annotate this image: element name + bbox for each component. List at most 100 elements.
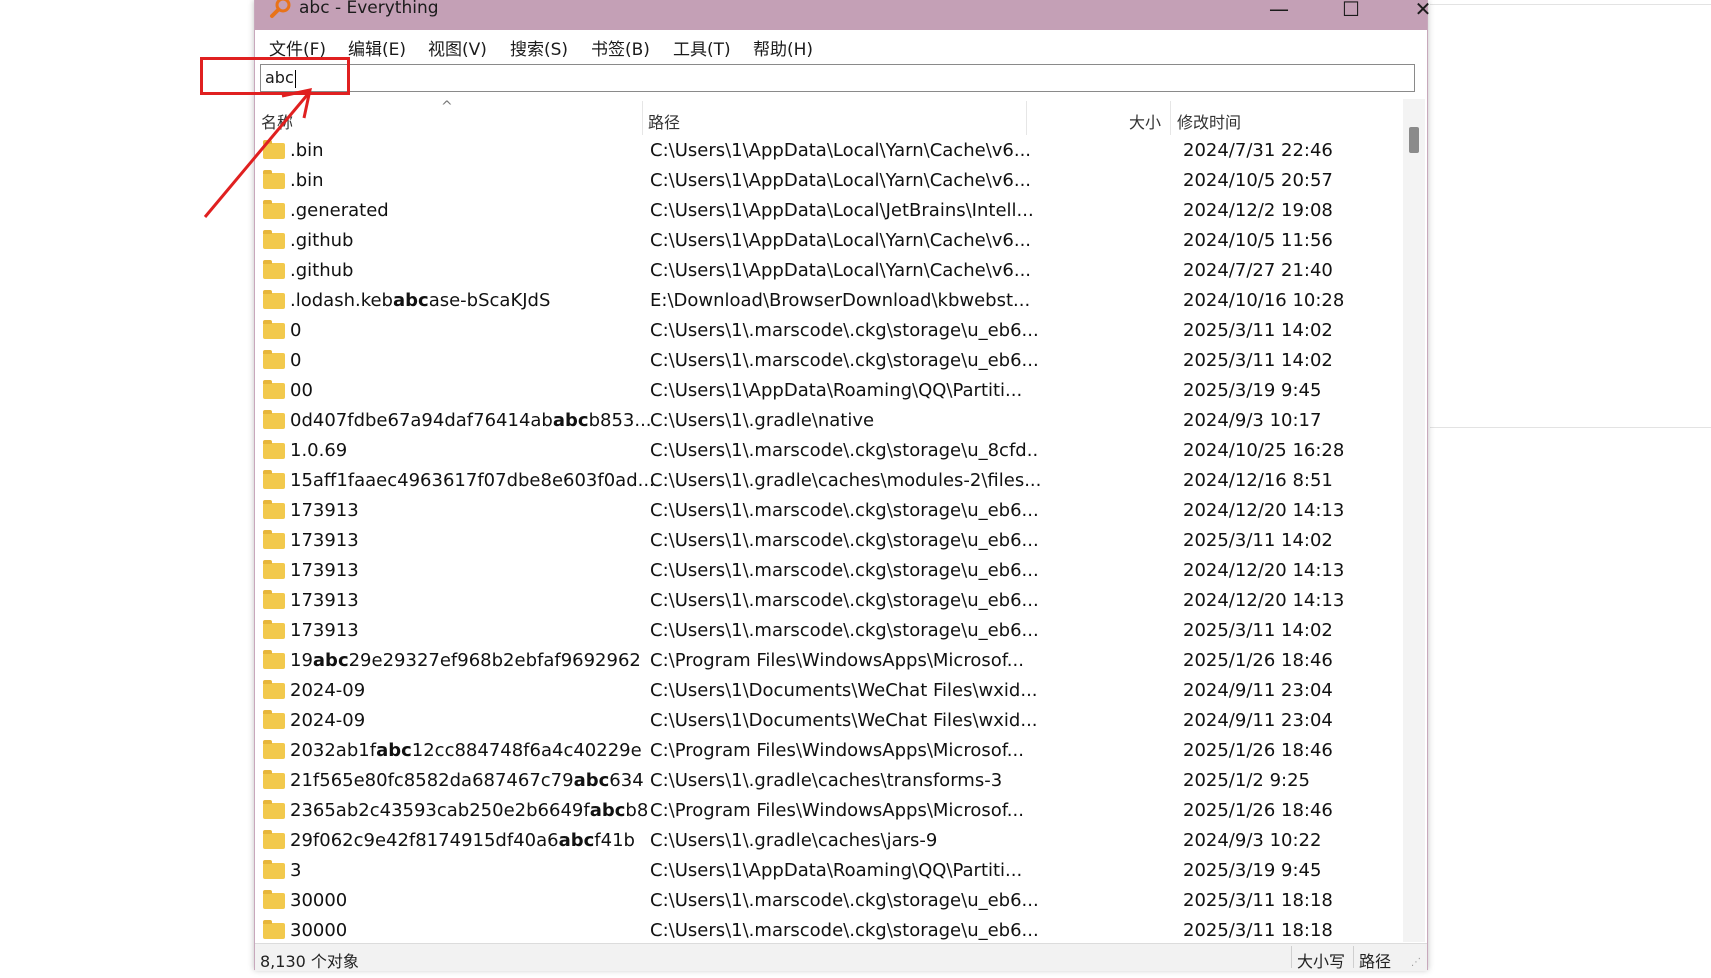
column-header-modified[interactable]: 修改时间 (1177, 109, 1241, 133)
menu-search[interactable]: 搜索(S) (510, 35, 568, 60)
folder-icon (263, 740, 285, 759)
table-row[interactable]: 1.0.69 C:\Users\1\.marscode\.ckg\storage\… (255, 436, 1401, 466)
row-modified: 2025/3/11 14:02 (1183, 620, 1333, 641)
table-row[interactable]: 2365ab2c43593cab250e2b6649fabcb8 C:\Progr… (255, 796, 1401, 826)
match-case-indicator[interactable]: 大小写 (1297, 948, 1345, 972)
row-name-part: 0d407fdbe67a94daf76414ab (290, 410, 553, 431)
row-modified: 2024/9/11 23:04 (1183, 680, 1333, 701)
table-row[interactable]: 173913 C:\Users\1\.marscode\.ckg\storage\… (255, 586, 1401, 616)
table-row[interactable]: 3 C:\Users\1\AppData\Roaming\QQ\Partiti..… (255, 856, 1401, 886)
result-count: 8,130 个对象 (260, 952, 359, 971)
table-row[interactable]: 19abc29e29327ef968b2ebfaf9692962 C:\Progr… (255, 646, 1401, 676)
row-name-part: abc (573, 770, 610, 791)
row-name-part: abc (552, 410, 589, 431)
row-path: E:\Download\BrowserDownload\kbwebst... (650, 290, 1031, 311)
status-divider (1291, 946, 1292, 968)
close-button[interactable]: ✕ (1389, 0, 1457, 30)
sort-ascending-icon: ^ (441, 99, 453, 115)
menu-view[interactable]: 视图(V) (428, 35, 487, 60)
folder-icon (263, 860, 285, 879)
column-headers: ^ 名称 路径 大小 修改时间 (255, 99, 1401, 135)
menu-tools[interactable]: 工具(T) (673, 35, 731, 60)
table-row[interactable]: 173913 C:\Users\1\.marscode\.ckg\storage\… (255, 526, 1401, 556)
search-input[interactable]: abc (260, 64, 1415, 92)
table-row[interactable]: 30000 C:\Users\1\.marscode\.ckg\storage\u… (255, 886, 1401, 916)
column-divider[interactable] (1026, 101, 1027, 135)
table-row[interactable]: 173913 C:\Users\1\.marscode\.ckg\storage\… (255, 556, 1401, 586)
minimize-button[interactable]: — (1245, 0, 1313, 30)
row-name-part: 19 (290, 650, 313, 671)
column-header-size[interactable]: 大小 (1129, 109, 1161, 133)
row-path: C:\Users\1\.marscode\.ckg\storage\u_eb6.… (650, 320, 1039, 341)
menu-help[interactable]: 帮助(H) (753, 35, 813, 60)
folder-icon (263, 200, 285, 219)
row-path: C:\Program Files\WindowsApps\Microsof... (650, 650, 1024, 671)
folder-icon (263, 440, 285, 459)
table-row[interactable]: 2032ab1fabc12cc884748f6a4c40229e C:\Progr… (255, 736, 1401, 766)
menu-edit[interactable]: 编辑(E) (348, 35, 406, 60)
row-name-part: abc (392, 290, 429, 311)
folder-icon (263, 260, 285, 279)
folder-icon (263, 350, 285, 369)
table-row[interactable]: 2024-09 C:\Users\1\Documents\WeChat Files… (255, 676, 1401, 706)
row-path: C:\Users\1\.marscode\.ckg\storage\u_eb6.… (650, 590, 1039, 611)
row-name-part: 2365ab2c43593cab250e2b6649f (290, 800, 590, 821)
menu-bookmarks[interactable]: 书签(B) (591, 35, 650, 60)
row-name-part: 2032ab1f (290, 740, 377, 761)
folder-icon (263, 710, 285, 729)
table-row[interactable]: 0 C:\Users\1\.marscode\.ckg\storage\u_eb6… (255, 316, 1401, 346)
table-row[interactable]: 173913 C:\Users\1\.marscode\.ckg\storage\… (255, 496, 1401, 526)
folder-icon (263, 290, 285, 309)
scrollbar-thumb[interactable] (1409, 127, 1419, 153)
table-row[interactable]: .bin C:\Users\1\AppData\Local\Yarn\Cache\… (255, 136, 1401, 166)
column-header-path[interactable]: 路径 (648, 109, 680, 133)
table-row[interactable]: 15aff1faaec4963617f07dbe8e603f0ad... C:\U… (255, 466, 1401, 496)
table-row[interactable]: .bin C:\Users\1\AppData\Local\Yarn\Cache\… (255, 166, 1401, 196)
column-header-name[interactable]: 名称 (261, 109, 293, 133)
row-name-part: 30000 (290, 920, 348, 941)
maximize-button[interactable]: ☐ (1317, 0, 1385, 30)
row-name-part: 29f062c9e42f8174915df40a6 (290, 830, 559, 851)
table-row[interactable]: .generated C:\Users\1\AppData\Local\JetBr… (255, 196, 1401, 226)
folder-icon (263, 410, 285, 429)
row-modified: 2024/9/11 23:04 (1183, 710, 1333, 731)
window-title: abc - Everything (299, 0, 439, 18)
row-name-part: 29e29327ef968b2ebfaf9692962 (348, 650, 641, 671)
row-name-part: b853... (588, 410, 652, 431)
table-row[interactable]: 30000 C:\Users\1\.marscode\.ckg\storage\u… (255, 916, 1401, 942)
table-row[interactable]: 21f565e80fc8582da687467c79abc634 C:\Users… (255, 766, 1401, 796)
everything-window: abc - Everything — ☐ ✕ 文件(F) 编辑(E) 视图(V)… (254, 0, 1431, 971)
table-row[interactable]: .lodash.kebabcase-bScaKJdS E:\Download\Br… (255, 286, 1401, 316)
table-row[interactable]: 0d407fdbe67a94daf76414ababcb853... C:\Use… (255, 406, 1401, 436)
column-divider[interactable] (642, 101, 643, 135)
folder-icon (263, 230, 285, 249)
match-path-indicator[interactable]: 路径 (1359, 948, 1391, 972)
row-path: C:\Users\1\.gradle\caches\jars-9 (650, 830, 938, 851)
table-row[interactable]: 00 C:\Users\1\AppData\Roaming\QQ\Partiti.… (255, 376, 1401, 406)
table-row[interactable]: .github C:\Users\1\AppData\Local\Yarn\Cac… (255, 256, 1401, 286)
folder-icon (263, 560, 285, 579)
row-name-part: .bin (290, 170, 324, 191)
folder-icon (263, 680, 285, 699)
row-path: C:\Users\1\.marscode\.ckg\storage\u_eb6.… (650, 920, 1039, 941)
table-row[interactable]: 173913 C:\Users\1\.marscode\.ckg\storage\… (255, 616, 1401, 646)
background-divider (1430, 4, 1711, 5)
row-name-part: 00 (290, 380, 313, 401)
status-bar: 8,130 个对象 大小写 路径 ⋰ (255, 943, 1427, 971)
table-row[interactable]: 29f062c9e42f8174915df40a6abcf41b C:\Users… (255, 826, 1401, 856)
row-modified: 2024/12/16 8:51 (1183, 470, 1333, 491)
row-name-part: 21f565e80fc8582da687467c79 (290, 770, 574, 791)
row-path: C:\Users\1\.marscode\.ckg\storage\u_eb6.… (650, 350, 1039, 371)
table-row[interactable]: 2024-09 C:\Users\1\Documents\WeChat Files… (255, 706, 1401, 736)
title-bar[interactable]: abc - Everything — ☐ ✕ (255, 0, 1431, 30)
row-name-part: abc (558, 830, 595, 851)
row-name-part: 0 (290, 320, 302, 341)
vertical-scrollbar[interactable] (1403, 99, 1425, 942)
row-modified: 2024/12/20 14:13 (1183, 590, 1345, 611)
column-divider[interactable] (1170, 101, 1171, 135)
table-row[interactable]: 0 C:\Users\1\.marscode\.ckg\storage\u_eb6… (255, 346, 1401, 376)
row-path: C:\Users\1\.marscode\.ckg\storage\u_eb6.… (650, 620, 1039, 641)
table-row[interactable]: .github C:\Users\1\AppData\Local\Yarn\Cac… (255, 226, 1401, 256)
resize-grip-icon[interactable]: ⋰ (1411, 957, 1421, 968)
folder-icon (263, 380, 285, 399)
